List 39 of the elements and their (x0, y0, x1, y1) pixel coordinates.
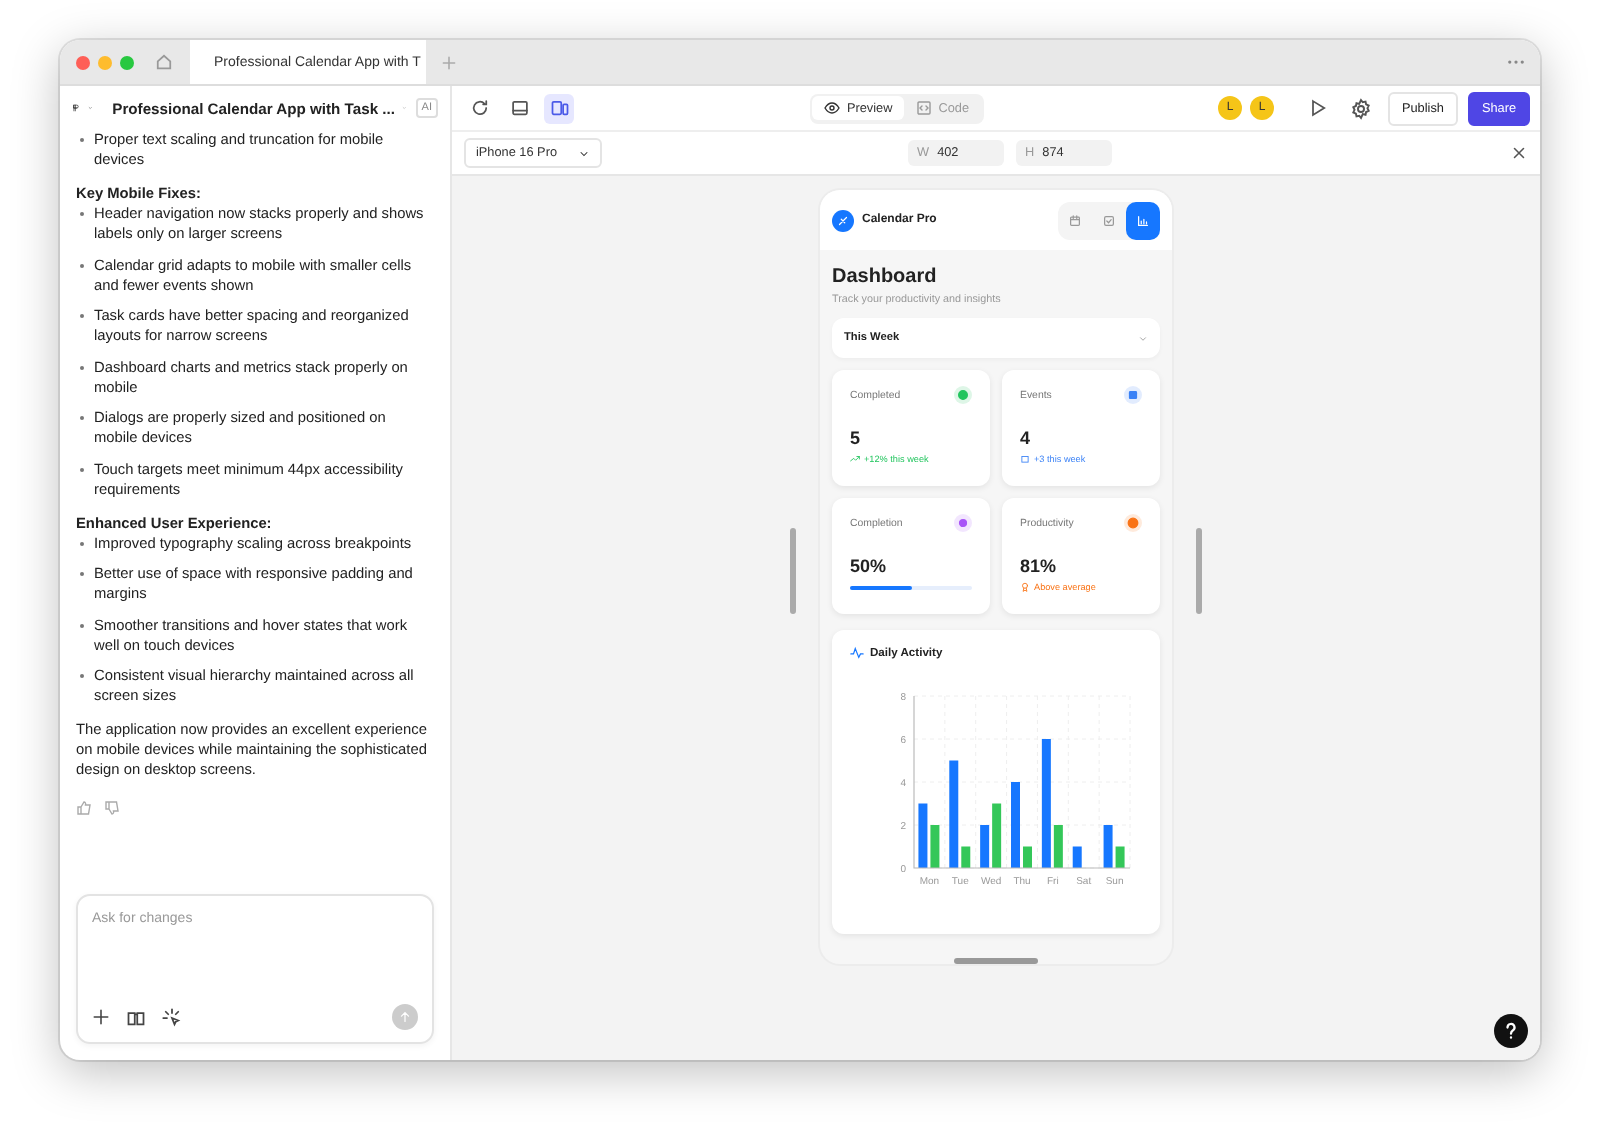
metric-value: 5 (850, 428, 863, 448)
checkbox-icon (1102, 213, 1116, 227)
home-icon[interactable] (154, 52, 174, 72)
home-indicator (954, 958, 1038, 964)
calendar-icon (1068, 213, 1082, 227)
chart-bar (1011, 782, 1020, 868)
play-icon[interactable] (1307, 98, 1328, 118)
thumbs-up-icon[interactable] (76, 800, 92, 816)
plus-icon[interactable] (92, 1008, 110, 1026)
trend-up-icon (850, 454, 860, 464)
chart-bar (1072, 846, 1082, 868)
split-view-icon (549, 98, 569, 118)
eye-icon (824, 100, 841, 116)
split-view-button[interactable] (544, 93, 574, 123)
chevron-down-icon (577, 147, 590, 159)
page-title: Dashboard (832, 266, 939, 288)
question-mark-icon (1504, 1022, 1518, 1040)
metric-value: 81% (1020, 556, 1059, 576)
award-icon (1020, 582, 1030, 592)
panel-icon (509, 98, 529, 118)
sparkle-cursor-icon[interactable] (162, 1007, 182, 1027)
arrow-up-icon (398, 1010, 412, 1024)
metric-value: 50% (850, 556, 889, 576)
chevron-down-icon (1138, 333, 1148, 343)
send-button[interactable] (392, 1004, 418, 1030)
bar-chart-icon (1136, 213, 1150, 227)
resize-handle[interactable] (790, 528, 796, 614)
resize-handle[interactable] (1196, 528, 1202, 614)
activity-icon (850, 646, 864, 660)
thumbs-down-icon[interactable] (104, 800, 120, 816)
chart-bar (1023, 846, 1032, 868)
nav-button[interactable] (1126, 201, 1160, 239)
metric-value: 4 (1020, 428, 1033, 448)
calendar-icon (1020, 454, 1030, 464)
new-tab-icon[interactable] (440, 53, 458, 71)
code-icon (916, 100, 933, 116)
close-icon[interactable] (1510, 144, 1528, 162)
refresh-icon (469, 98, 489, 118)
settings-icon[interactable] (1349, 97, 1372, 119)
